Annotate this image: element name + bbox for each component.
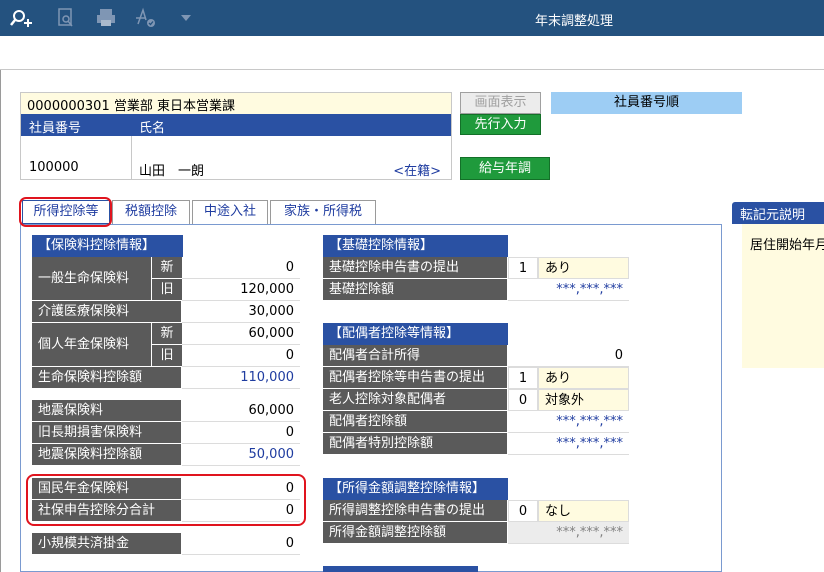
income-adjust-submit-label: 所得調整控除申告書の提出 [323, 500, 508, 522]
spouse-special-label: 配偶者特別控除額 [323, 433, 508, 455]
printer-icon[interactable] [94, 6, 118, 30]
toolbar-strip [0, 36, 824, 70]
spouse-income-label: 配偶者合計所得 [323, 345, 508, 367]
income-adjust-amount-label: 所得金額調整控除額 [323, 522, 508, 544]
spouse-income-value[interactable]: 0 [508, 345, 629, 367]
income-adjust-amount-value: ***,***,*** [508, 522, 629, 544]
life-deduction-label: 生命保険料控除額 [32, 367, 182, 389]
title-bar: 年末調整処理 [0, 0, 824, 36]
general-life-old-value[interactable]: 120,000 [182, 279, 300, 301]
elderly-spouse-code[interactable]: 0 [508, 389, 538, 411]
care-medical-value[interactable]: 30,000 [182, 301, 300, 323]
tab-family-income-tax[interactable]: 家族・所得税 [270, 200, 376, 224]
elderly-spouse-label: 老人控除対象配偶者 [323, 389, 508, 411]
col-employee-number: 社員番号 [29, 121, 82, 136]
highlight-annotation [26, 474, 306, 526]
sign-check-icon[interactable] [134, 6, 158, 30]
side-panel-text: 居住開始年月 [750, 238, 824, 253]
next-section-title [323, 566, 478, 572]
general-life-label: 一般生命保険料 [32, 257, 152, 301]
old-long-term-label: 旧長期損害保険料 [32, 422, 182, 444]
basic-submit-text: あり [538, 257, 629, 279]
side-panel-title: 転記元説明 [732, 202, 824, 224]
spouse-deduction-value: ***,***,*** [508, 411, 629, 433]
spouse-special-value: ***,***,*** [508, 433, 629, 455]
employee-info: 0000000301 営業部 東日本営業課 社員番号 氏名 100000 山田 … [20, 92, 452, 180]
income-adjust-submit-text: なし [538, 500, 629, 522]
col-name: 氏名 [139, 121, 166, 136]
employee-column-header: 社員番号 氏名 [21, 114, 451, 136]
divider [131, 136, 132, 180]
basic-submit-label: 基礎控除申告書の提出 [323, 257, 508, 279]
income-adjust-submit-code[interactable]: 0 [508, 500, 538, 522]
earthquake-deduction-label: 地震保険料控除額 [32, 444, 182, 466]
dropdown-triangle-icon[interactable] [174, 6, 198, 30]
document-search-icon[interactable] [54, 6, 78, 30]
basic-amount-value: ***,***,*** [508, 279, 629, 301]
elderly-spouse-text: 対象外 [538, 389, 629, 411]
pension-label: 個人年金保険料 [32, 323, 152, 367]
employment-status: <在籍> [393, 164, 441, 179]
life-deduction-value: 110,000 [182, 367, 300, 389]
basic-amount-label: 基礎控除額 [323, 279, 508, 301]
old-label: 旧 [152, 345, 182, 367]
old-long-term-value[interactable]: 0 [182, 422, 300, 444]
basic-submit-code[interactable]: 1 [508, 257, 538, 279]
tab-mid-year-hire[interactable]: 中途入社 [192, 200, 268, 224]
screen-display-button[interactable]: 画面表示 [460, 92, 541, 114]
old-label: 旧 [152, 279, 182, 301]
pension-old-value[interactable]: 0 [182, 345, 300, 367]
insurance-section-title: 【保険料控除情報】 [32, 235, 183, 257]
search-plus-icon[interactable] [10, 6, 34, 30]
employee-number: 100000 [29, 160, 79, 175]
salary-adjustment-button[interactable]: 給与年調 [460, 157, 550, 180]
care-medical-label: 介護医療保険料 [32, 301, 182, 323]
spouse-submit-text: あり [538, 367, 629, 389]
earthquake-label: 地震保険料 [32, 400, 182, 422]
tab-highlight-annotation [19, 197, 112, 227]
small-mutual-label: 小規模共済掛金 [32, 533, 182, 555]
employee-name: 山田 一朗 [139, 164, 205, 179]
spouse-deduction-label: 配偶者控除額 [323, 411, 508, 433]
small-mutual-value[interactable]: 0 [182, 533, 300, 555]
earthquake-value[interactable]: 60,000 [182, 400, 300, 422]
earthquake-deduction-value: 50,000 [182, 444, 300, 466]
basic-section-title: 【基礎控除情報】 [323, 235, 508, 257]
department-header: 0000000301 営業部 東日本営業課 [21, 93, 451, 114]
window-title: 年末調整処理 [534, 14, 613, 29]
income-adjust-section-title: 【所得金額調整控除情報】 [323, 478, 508, 500]
pension-new-value[interactable]: 60,000 [182, 323, 300, 345]
spouse-submit-label: 配偶者控除等申告書の提出 [323, 367, 508, 389]
spouse-section-title: 【配偶者控除等情報】 [323, 323, 508, 345]
tab-tax-credit[interactable]: 税額控除 [112, 200, 190, 224]
spouse-submit-code[interactable]: 1 [508, 367, 538, 389]
advance-input-button[interactable]: 先行入力 [460, 114, 541, 135]
new-label: 新 [152, 257, 182, 279]
general-life-new-value[interactable]: 0 [182, 257, 300, 279]
new-label: 新 [152, 323, 182, 345]
sort-order-label[interactable]: 社員番号順 [551, 92, 742, 114]
